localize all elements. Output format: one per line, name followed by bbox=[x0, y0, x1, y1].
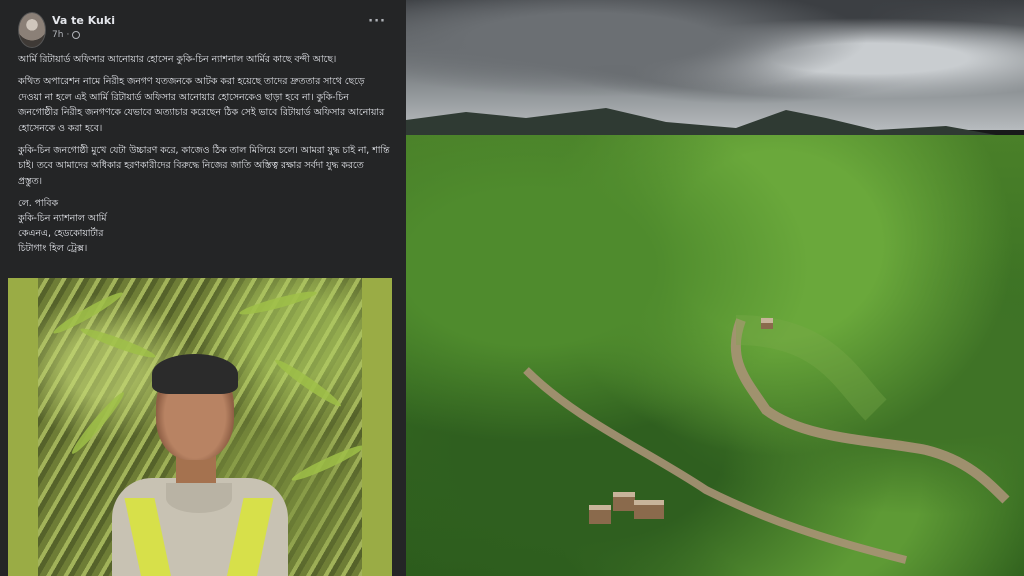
village-hut bbox=[589, 505, 611, 524]
leaf bbox=[272, 355, 344, 411]
signature-block: লে. পাবিক কুকি-চিন ন্যাশনাল আর্মি কেএনএ,… bbox=[18, 196, 390, 256]
signature-line: কেএনএ, হেডকোয়ার্টার bbox=[18, 228, 104, 240]
post-time[interactable]: 7h bbox=[52, 30, 63, 40]
post-text: আর্মি রিটায়ার্ড অফিসার আনোয়ার হোসেন কু… bbox=[18, 52, 390, 256]
leaf bbox=[68, 389, 128, 457]
signature-line: কুকি-চিন ন্যাশনাল আর্মি bbox=[18, 213, 107, 225]
village-hut bbox=[613, 492, 635, 511]
post-paragraph: কথিত অপারেশন নামে নিরীহ জনগণ যতজনকে আটক … bbox=[18, 76, 385, 134]
globe-icon bbox=[72, 31, 81, 39]
river bbox=[523, 315, 1010, 564]
captive-photo bbox=[38, 278, 362, 576]
author-name[interactable]: Va te Kuki bbox=[52, 14, 115, 27]
leaf bbox=[289, 441, 362, 485]
signature-line: লে. পাবিক bbox=[18, 198, 58, 210]
village-hut bbox=[634, 500, 664, 519]
avatar[interactable] bbox=[18, 12, 46, 48]
more-horizontal-icon[interactable]: ··· bbox=[368, 14, 386, 29]
post-header: Va te Kuki 7h · ··· bbox=[18, 12, 388, 48]
facebook-post: Va te Kuki 7h · ··· আর্মি রিটায়ার্ড অফি… bbox=[0, 0, 406, 576]
post-photo[interactable] bbox=[8, 278, 392, 576]
leaf bbox=[78, 324, 158, 362]
signature-line: চিটাগাং হিল ট্রেক্স। bbox=[18, 243, 88, 255]
post-meta: 7h · bbox=[52, 30, 81, 40]
post-paragraph: কুকি-চিন জনগোষ্ঠী মুখে যেটা উচ্চারণ করে,… bbox=[18, 145, 390, 187]
person-collar bbox=[166, 483, 232, 513]
village-hut bbox=[761, 318, 773, 329]
post-paragraph: আর্মি রিটায়ার্ড অফিসার আনোয়ার হোসেন কু… bbox=[18, 54, 337, 65]
leaf bbox=[238, 287, 318, 319]
person-hair bbox=[152, 354, 238, 394]
landscape-photo bbox=[406, 0, 1024, 576]
